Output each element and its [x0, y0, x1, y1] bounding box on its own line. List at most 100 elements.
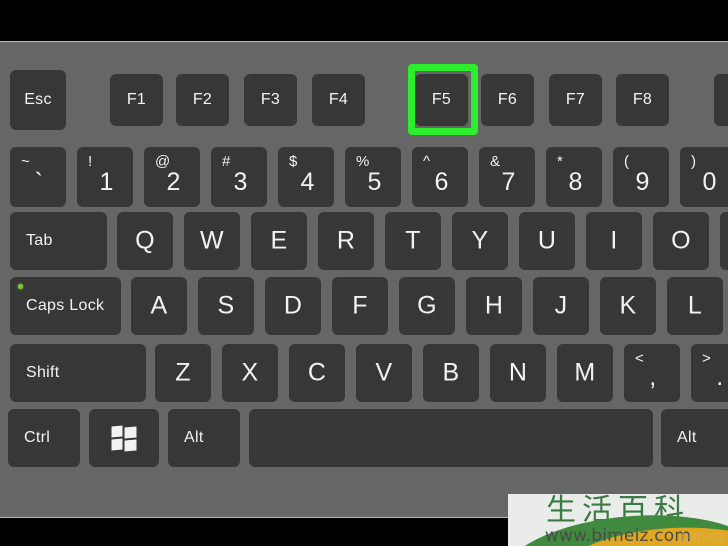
key-alt-right[interactable]: Alt: [661, 409, 728, 467]
key-esc[interactable]: Esc: [10, 70, 66, 130]
key-r-label: R: [336, 226, 356, 255]
key-d-label: D: [283, 291, 303, 320]
key-n[interactable]: N: [490, 344, 546, 402]
key-space[interactable]: [249, 409, 653, 467]
key-o-label: O: [671, 226, 691, 255]
key-f1-label: F1: [126, 91, 147, 108]
key-shift-left-label: Shift: [26, 364, 60, 381]
key-h-label: H: [484, 291, 504, 320]
key-e-label: E: [270, 226, 288, 255]
key-f8[interactable]: F8: [616, 74, 669, 126]
key-7[interactable]: & 7: [479, 147, 535, 207]
key-2-lower-legend: 2: [166, 168, 181, 196]
key-9[interactable]: (9: [613, 147, 669, 207]
key-f5[interactable]: F5: [415, 74, 468, 126]
windows-logo-icon: [111, 425, 137, 452]
key-p[interactable]: [720, 212, 728, 270]
key-3-lower-legend: 3: [233, 168, 248, 196]
key-3[interactable]: #3: [211, 147, 267, 207]
key-j[interactable]: J: [533, 277, 589, 335]
key-f-label: F: [352, 291, 368, 320]
key-x-label: X: [241, 358, 259, 387]
key-s[interactable]: S: [198, 277, 254, 335]
key-tab[interactable]: Tab: [10, 212, 107, 270]
key-7-upper-legend: &: [490, 153, 501, 170]
key-q[interactable]: Q: [117, 212, 173, 270]
key-f8-label: F8: [632, 91, 653, 108]
key-f2-label: F2: [192, 91, 213, 108]
key-l[interactable]: L: [667, 277, 723, 335]
key-f3[interactable]: F3: [244, 74, 297, 126]
key-7-lower-legend: 7: [501, 168, 516, 196]
key-z[interactable]: Z: [155, 344, 211, 402]
key-w[interactable]: W: [184, 212, 240, 270]
key-i[interactable]: I: [586, 212, 642, 270]
key-n-label: N: [508, 358, 528, 387]
key-d[interactable]: D: [265, 277, 321, 335]
screenshot-root: Esc F1 F2 F3 F4 F5 F6 F7 F8 ~ `! 1 @2 #3 $4% 5 ^ 6 & 7 * 8(9)…: [0, 0, 728, 546]
key-backtick[interactable]: ~ `: [10, 147, 66, 207]
key-4[interactable]: $4: [278, 147, 334, 207]
key-alt-right-label: Alt: [677, 429, 697, 446]
key-b[interactable]: B: [423, 344, 479, 402]
key-2-upper-legend: @: [155, 153, 171, 170]
key-comma[interactable]: <,: [624, 344, 680, 402]
key-f7[interactable]: F7: [549, 74, 602, 126]
key-backtick-upper-legend: ~: [21, 153, 30, 170]
letterbox-top-hairline: [0, 41, 728, 42]
key-1[interactable]: ! 1: [77, 147, 133, 207]
key-0[interactable]: ) 0: [680, 147, 728, 207]
key-k[interactable]: K: [600, 277, 656, 335]
key-u[interactable]: U: [519, 212, 575, 270]
key-e[interactable]: E: [251, 212, 307, 270]
key-t[interactable]: T: [385, 212, 441, 270]
key-f1[interactable]: F1: [110, 74, 163, 126]
key-a-label: A: [150, 291, 168, 320]
key-5[interactable]: % 5: [345, 147, 401, 207]
key-8-lower-legend: 8: [568, 168, 583, 196]
key-6-upper-legend: ^: [423, 153, 431, 170]
key-g[interactable]: G: [399, 277, 455, 335]
key-k-label: K: [619, 291, 637, 320]
key-comma-upper-legend: <: [635, 350, 644, 367]
key-f5-label: F5: [431, 91, 452, 108]
key-8[interactable]: * 8: [546, 147, 602, 207]
key-o[interactable]: O: [653, 212, 709, 270]
key-h[interactable]: H: [466, 277, 522, 335]
key-period[interactable]: >.: [691, 344, 728, 402]
key-w-label: W: [200, 226, 224, 255]
key-v[interactable]: V: [356, 344, 412, 402]
key-9-upper-legend: (: [624, 153, 629, 170]
key-r[interactable]: R: [318, 212, 374, 270]
key-period-upper-legend: >: [702, 350, 711, 367]
key-g-label: G: [417, 291, 437, 320]
key-4-upper-legend: $: [289, 153, 298, 170]
key-ctrl-left[interactable]: Ctrl: [8, 409, 80, 467]
key-f4-label: F4: [328, 91, 349, 108]
key-i-label: I: [610, 226, 618, 255]
key-f2[interactable]: F2: [176, 74, 229, 126]
key-0-lower-legend: 0: [702, 168, 717, 196]
key-f6[interactable]: F6: [481, 74, 534, 126]
key-f4[interactable]: F4: [312, 74, 365, 126]
key-c[interactable]: C: [289, 344, 345, 402]
key-6[interactable]: ^ 6: [412, 147, 468, 207]
key-esc-label: Esc: [24, 91, 52, 108]
site-watermark: 生活百科 www.bimeiz.com bimeiz: [508, 494, 728, 546]
key-windows[interactable]: [89, 409, 159, 467]
key-tab-label: Tab: [26, 232, 53, 249]
key-2[interactable]: @2: [144, 147, 200, 207]
key-m[interactable]: M: [557, 344, 613, 402]
key-x[interactable]: X: [222, 344, 278, 402]
key-caps-lock[interactable]: Caps Lock: [10, 277, 121, 335]
key-y[interactable]: Y: [452, 212, 508, 270]
key-shift-left[interactable]: Shift: [10, 344, 146, 402]
key-alt-left[interactable]: Alt: [168, 409, 240, 467]
key-f9[interactable]: [714, 74, 728, 126]
key-v-label: V: [375, 358, 393, 387]
key-f[interactable]: F: [332, 277, 388, 335]
key-f7-label: F7: [565, 91, 586, 108]
key-l-label: L: [687, 291, 703, 320]
watermark-ghost-text: bimeiz: [681, 530, 724, 545]
key-a[interactable]: A: [131, 277, 187, 335]
